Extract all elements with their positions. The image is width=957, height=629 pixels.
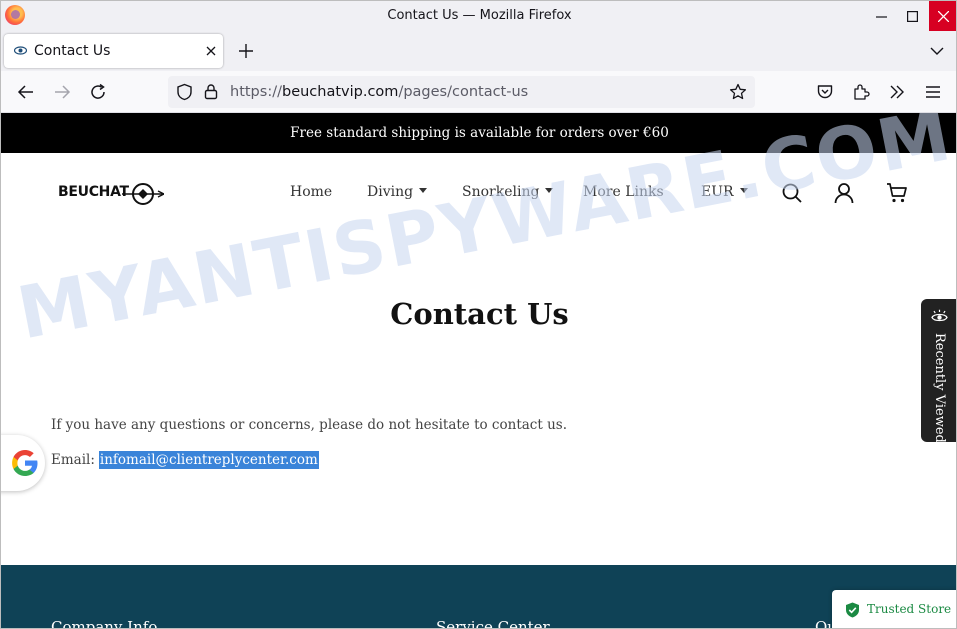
back-arrow-icon[interactable] (17, 83, 35, 101)
contact-intro-text: If you have any questions or concerns, p… (51, 417, 567, 433)
bookmark-star-icon[interactable] (729, 83, 747, 101)
title-bar: Contact Us — Mozilla Firefox (1, 1, 956, 31)
email-label: Email: (51, 452, 95, 468)
url-text[interactable]: https://beuchatvip.com/pages/contact-us (230, 84, 528, 100)
site-favicon-icon (14, 46, 27, 55)
caret-down-icon (545, 188, 554, 193)
currency-label: EUR (701, 184, 734, 200)
pocket-icon[interactable] (816, 83, 834, 101)
caret-down-icon (419, 188, 428, 193)
tab-contact-us[interactable]: Contact Us (4, 34, 223, 68)
shield-icon[interactable] (176, 83, 193, 101)
beuchat-logo-mark-icon (122, 183, 164, 205)
nav-home-label: Home (290, 184, 333, 200)
caret-down-icon (739, 188, 748, 193)
forward-arrow-icon[interactable] (53, 83, 71, 101)
recently-viewed-tab[interactable]: Recently Viewed (921, 299, 956, 443)
shield-check-icon (846, 602, 859, 618)
footer-heading-service-center: Service Center (436, 618, 550, 629)
tab-label: Contact Us (34, 43, 111, 59)
overflow-chevrons-icon[interactable] (888, 83, 906, 101)
minimize-button[interactable] (867, 1, 895, 31)
reload-icon[interactable] (89, 83, 107, 101)
google-reviews-badge[interactable] (1, 435, 45, 491)
url-path: /pages/contact-us (398, 84, 529, 100)
nav-more-links[interactable]: More Links (583, 184, 664, 200)
currency-selector[interactable]: EUR (701, 184, 748, 200)
minimize-icon (875, 15, 887, 18)
trusted-store-badge[interactable]: Trusted Store (832, 590, 956, 628)
search-icon[interactable] (781, 182, 803, 204)
footer-heading-company-info: Company Info (51, 618, 158, 629)
chevron-down-icon[interactable] (929, 43, 945, 59)
navigation-toolbar: https://beuchatvip.com/pages/contact-us (1, 71, 956, 113)
nav-home[interactable]: Home (290, 184, 332, 200)
menu-hamburger-icon[interactable] (924, 83, 942, 101)
web-page: Free standard shipping is available for … (1, 113, 956, 629)
recently-viewed-label: Recently Viewed (932, 333, 947, 443)
tab-bar: Contact Us (1, 31, 956, 71)
eye-icon (931, 309, 948, 322)
maximize-button[interactable] (898, 1, 926, 31)
window-title: Contact Us — Mozilla Firefox (387, 8, 572, 23)
maximize-icon (906, 10, 918, 22)
page-title: Contact Us (390, 297, 569, 331)
close-tab-icon[interactable] (203, 43, 219, 59)
url-host: beuchatvip.com (281, 84, 399, 100)
nav-diving[interactable]: Diving (367, 184, 428, 200)
close-icon (937, 10, 949, 22)
account-icon[interactable] (833, 182, 855, 204)
email-row: Email: infomail@clientreplycenter.com (51, 451, 319, 469)
logo-text: BEUCHAT (58, 184, 129, 200)
url-scheme: https:// (230, 84, 282, 100)
close-window-button[interactable] (929, 1, 956, 31)
google-g-icon (12, 450, 38, 476)
nav-snorkeling[interactable]: Snorkeling (462, 184, 554, 200)
new-tab-icon[interactable] (237, 42, 255, 60)
lock-icon[interactable] (204, 83, 218, 100)
announcement-bar: Free standard shipping is available for … (1, 113, 956, 153)
nav-more-links-label: More Links (583, 184, 664, 200)
email-link[interactable]: infomail@clientreplycenter.com (98, 451, 319, 469)
address-bar[interactable]: https://beuchatvip.com/pages/contact-us (168, 76, 755, 108)
site-header: BEUCHAT Home Diving Snorkeling More Link… (1, 153, 956, 233)
cart-icon[interactable] (886, 182, 908, 204)
nav-snorkeling-label: Snorkeling (462, 184, 540, 200)
site-footer: Company Info Service Center Ou (1, 565, 956, 629)
trusted-store-label: Trusted Store (867, 602, 952, 616)
nav-diving-label: Diving (367, 184, 414, 200)
extensions-puzzle-icon[interactable] (852, 83, 870, 101)
browser-window: Contact Us — Mozilla Firefox Contact Us (0, 0, 957, 629)
